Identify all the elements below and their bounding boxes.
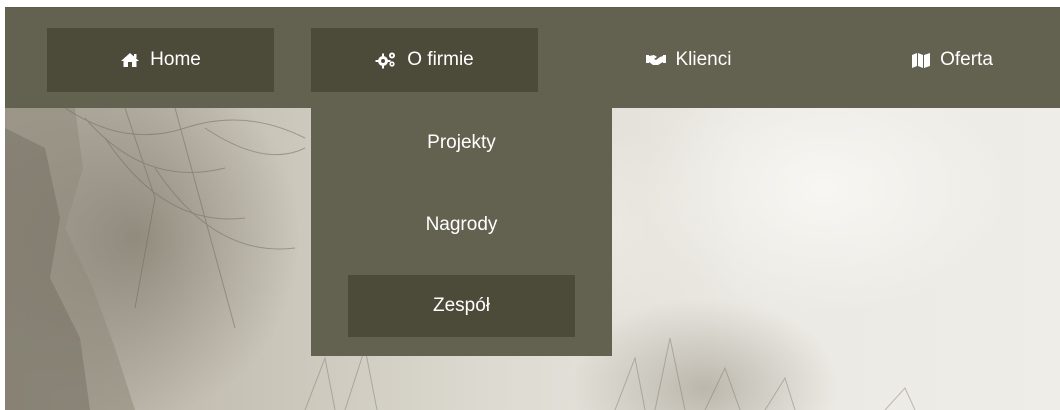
nav-item-klienci[interactable]: Klienci: [575, 28, 802, 92]
dropdown-item-nagrody[interactable]: Nagrody: [348, 194, 575, 256]
nav-item-oferta[interactable]: Oferta: [839, 28, 1060, 92]
o-firmie-dropdown-menu: Projekty Nagrody Zespół: [311, 108, 612, 356]
dropdown-item-zespol[interactable]: Zespół: [348, 275, 575, 337]
dropdown-item-nagrody-label: Nagrody: [425, 214, 498, 235]
nav-item-home[interactable]: Home: [47, 28, 274, 92]
gears-icon: [375, 51, 397, 69]
nav-item-o-firmie[interactable]: O firmie: [311, 28, 538, 92]
dropdown-item-projekty-label: Projekty: [427, 132, 496, 153]
dropdown-item-projekty[interactable]: Projekty: [348, 112, 575, 174]
map-icon: [912, 52, 931, 68]
main-nav: Home O firmie Klienci Oferta: [5, 8, 1060, 108]
handshake-icon: [645, 54, 666, 66]
nav-item-oferta-label: Oferta: [940, 49, 993, 70]
nav-item-home-label: Home: [150, 49, 201, 70]
nav-item-o-firmie-label: O firmie: [407, 49, 474, 70]
home-icon: [120, 52, 140, 68]
page-frame: Home O firmie Klienci Oferta Projekty Na…: [5, 7, 1060, 410]
nav-item-klienci-label: Klienci: [675, 49, 732, 70]
dropdown-item-zespol-label: Zespół: [432, 295, 491, 316]
